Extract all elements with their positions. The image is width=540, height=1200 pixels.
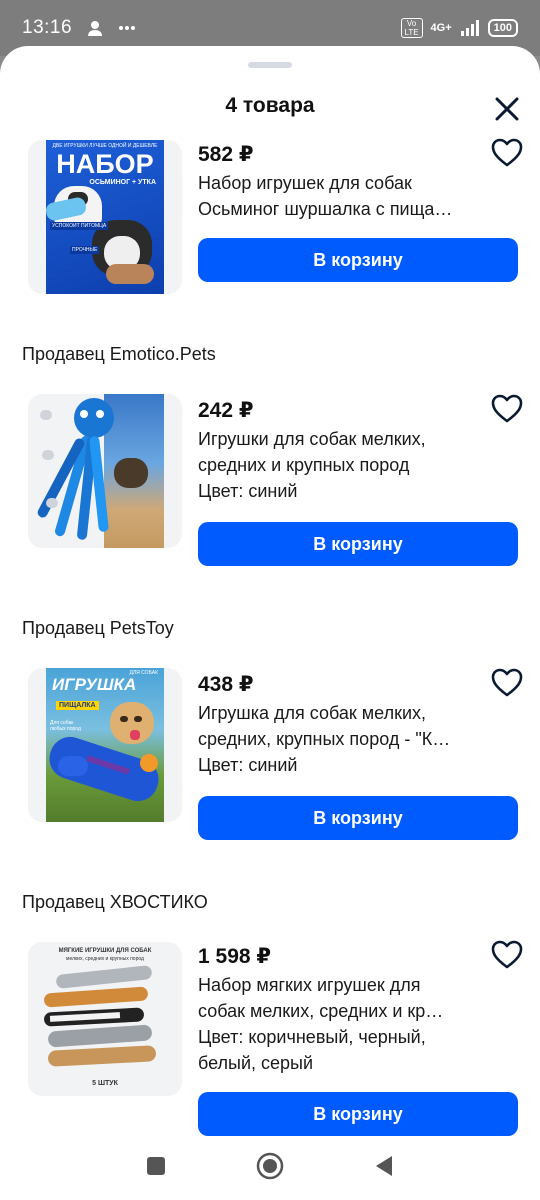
product-title-2-line1: Игрушки для собак мелких, xyxy=(198,429,426,449)
home-circle-icon xyxy=(256,1152,284,1185)
image-text-main: ИГРУШКА xyxy=(52,675,137,694)
product-color-2: Цвет: синий xyxy=(198,481,298,501)
system-nav-bar xyxy=(0,1136,540,1200)
seller-name-2[interactable]: Продавец Emotico.Pets xyxy=(22,344,216,365)
heart-outline-icon xyxy=(491,940,523,975)
battery-level: 100 xyxy=(493,22,512,34)
seller-name-3[interactable]: Продавец PetsToy xyxy=(22,618,174,639)
favorite-button-2[interactable] xyxy=(488,392,526,430)
status-time: 13:16 xyxy=(22,17,73,38)
network-type: 4G+ xyxy=(430,22,452,34)
image-tag-1: УСПОКОИТ ПИТОМЦА xyxy=(50,222,109,230)
heart-outline-icon xyxy=(491,138,523,173)
battery-indicator: 100 xyxy=(487,19,518,37)
home-button[interactable] xyxy=(255,1152,285,1185)
square-icon xyxy=(146,1156,166,1181)
image-text-top1: МЯГКИЕ ИГРУШКИ ДЛЯ СОБАК xyxy=(58,948,152,954)
image-text-bottom: 5 ШТУК xyxy=(92,1080,118,1087)
product-image-2[interactable] xyxy=(28,394,182,548)
add-to-cart-button-4[interactable]: В корзину xyxy=(198,1092,518,1136)
product-title-1-line1: Набор игрушек для собак xyxy=(198,173,412,193)
favorite-button-4[interactable] xyxy=(488,938,526,976)
product-price-1: 582 ₽ xyxy=(198,143,254,166)
product-price-3: 438 ₽ xyxy=(198,673,254,696)
sheet-grabber[interactable] xyxy=(248,62,292,68)
add-to-cart-button-2[interactable]: В корзину xyxy=(198,522,518,566)
cart-bottom-sheet: 4 товара ДВЕ ИГРУШКИ ЛУЧШЕ ОДНОЙ И ДЕШЕВ… xyxy=(0,46,540,1200)
heart-outline-icon xyxy=(491,668,523,703)
volte-badge: Vo LTE xyxy=(400,18,423,38)
product-color-4-line2: белый, серый xyxy=(198,1053,314,1073)
back-triangle-icon xyxy=(374,1155,394,1182)
favorite-button-1[interactable] xyxy=(488,136,526,174)
product-price-4: 1 598 ₽ xyxy=(198,945,271,968)
product-color-3: Цвет: синий xyxy=(198,755,298,775)
close-icon xyxy=(494,96,520,127)
image-text-main: НАБОР xyxy=(56,149,154,179)
product-price-2: 242 ₽ xyxy=(198,399,254,422)
add-to-cart-button-3[interactable]: В корзину xyxy=(198,796,518,840)
seller-name-4[interactable]: Продавец ХВОСТИКО xyxy=(22,892,208,913)
product-title-3-line1: Игрушка для собак мелких, xyxy=(198,703,427,723)
signal-icon xyxy=(460,20,480,36)
image-text-sub: ОСЬМИНОГ + УТКА xyxy=(89,179,156,186)
product-image-3[interactable]: ДЛЯ СОБАК ИГРУШКА ПИЩАЛКА Для собак любы… xyxy=(28,668,182,822)
more-dots-icon xyxy=(118,25,136,31)
close-button[interactable] xyxy=(488,92,526,130)
product-title-4-line2: собак мелких, средних и кр… xyxy=(198,1001,444,1021)
product-image-4[interactable]: МЯГКИЕ ИГРУШКИ ДЛЯ СОБАК мелких, средних… xyxy=(28,942,182,1096)
product-title-1-line2: Осьминог шуршалка с пища… xyxy=(198,199,453,219)
add-to-cart-button-1[interactable]: В корзину xyxy=(198,238,518,282)
product-title-2-line2: средних и крупных пород xyxy=(198,455,410,475)
user-icon xyxy=(86,19,104,37)
sheet-title: 4 товара xyxy=(225,94,315,117)
recents-button[interactable] xyxy=(141,1153,171,1183)
product-image-1[interactable]: ДВЕ ИГРУШКИ ЛУЧШЕ ОДНОЙ И ДЕШЕВЛЕ НАБОР … xyxy=(28,140,182,294)
image-tag-2: ПРОЧНЫЕ xyxy=(70,246,100,254)
image-tag-1: Для собак любых пород xyxy=(50,720,81,732)
favorite-button-3[interactable] xyxy=(488,666,526,704)
product-title-4-line1: Набор мягких игрушек для xyxy=(198,975,421,995)
product-color-4-line1: Цвет: коричневый, черный, xyxy=(198,1027,426,1047)
back-button[interactable] xyxy=(369,1153,399,1183)
heart-outline-icon xyxy=(491,394,523,429)
image-text-top2: мелких, средних и крупных пород xyxy=(66,956,144,962)
product-title-3-line2: средних, крупных пород - "К… xyxy=(198,729,451,749)
image-text-sub: ПИЩАЛКА xyxy=(56,701,99,710)
